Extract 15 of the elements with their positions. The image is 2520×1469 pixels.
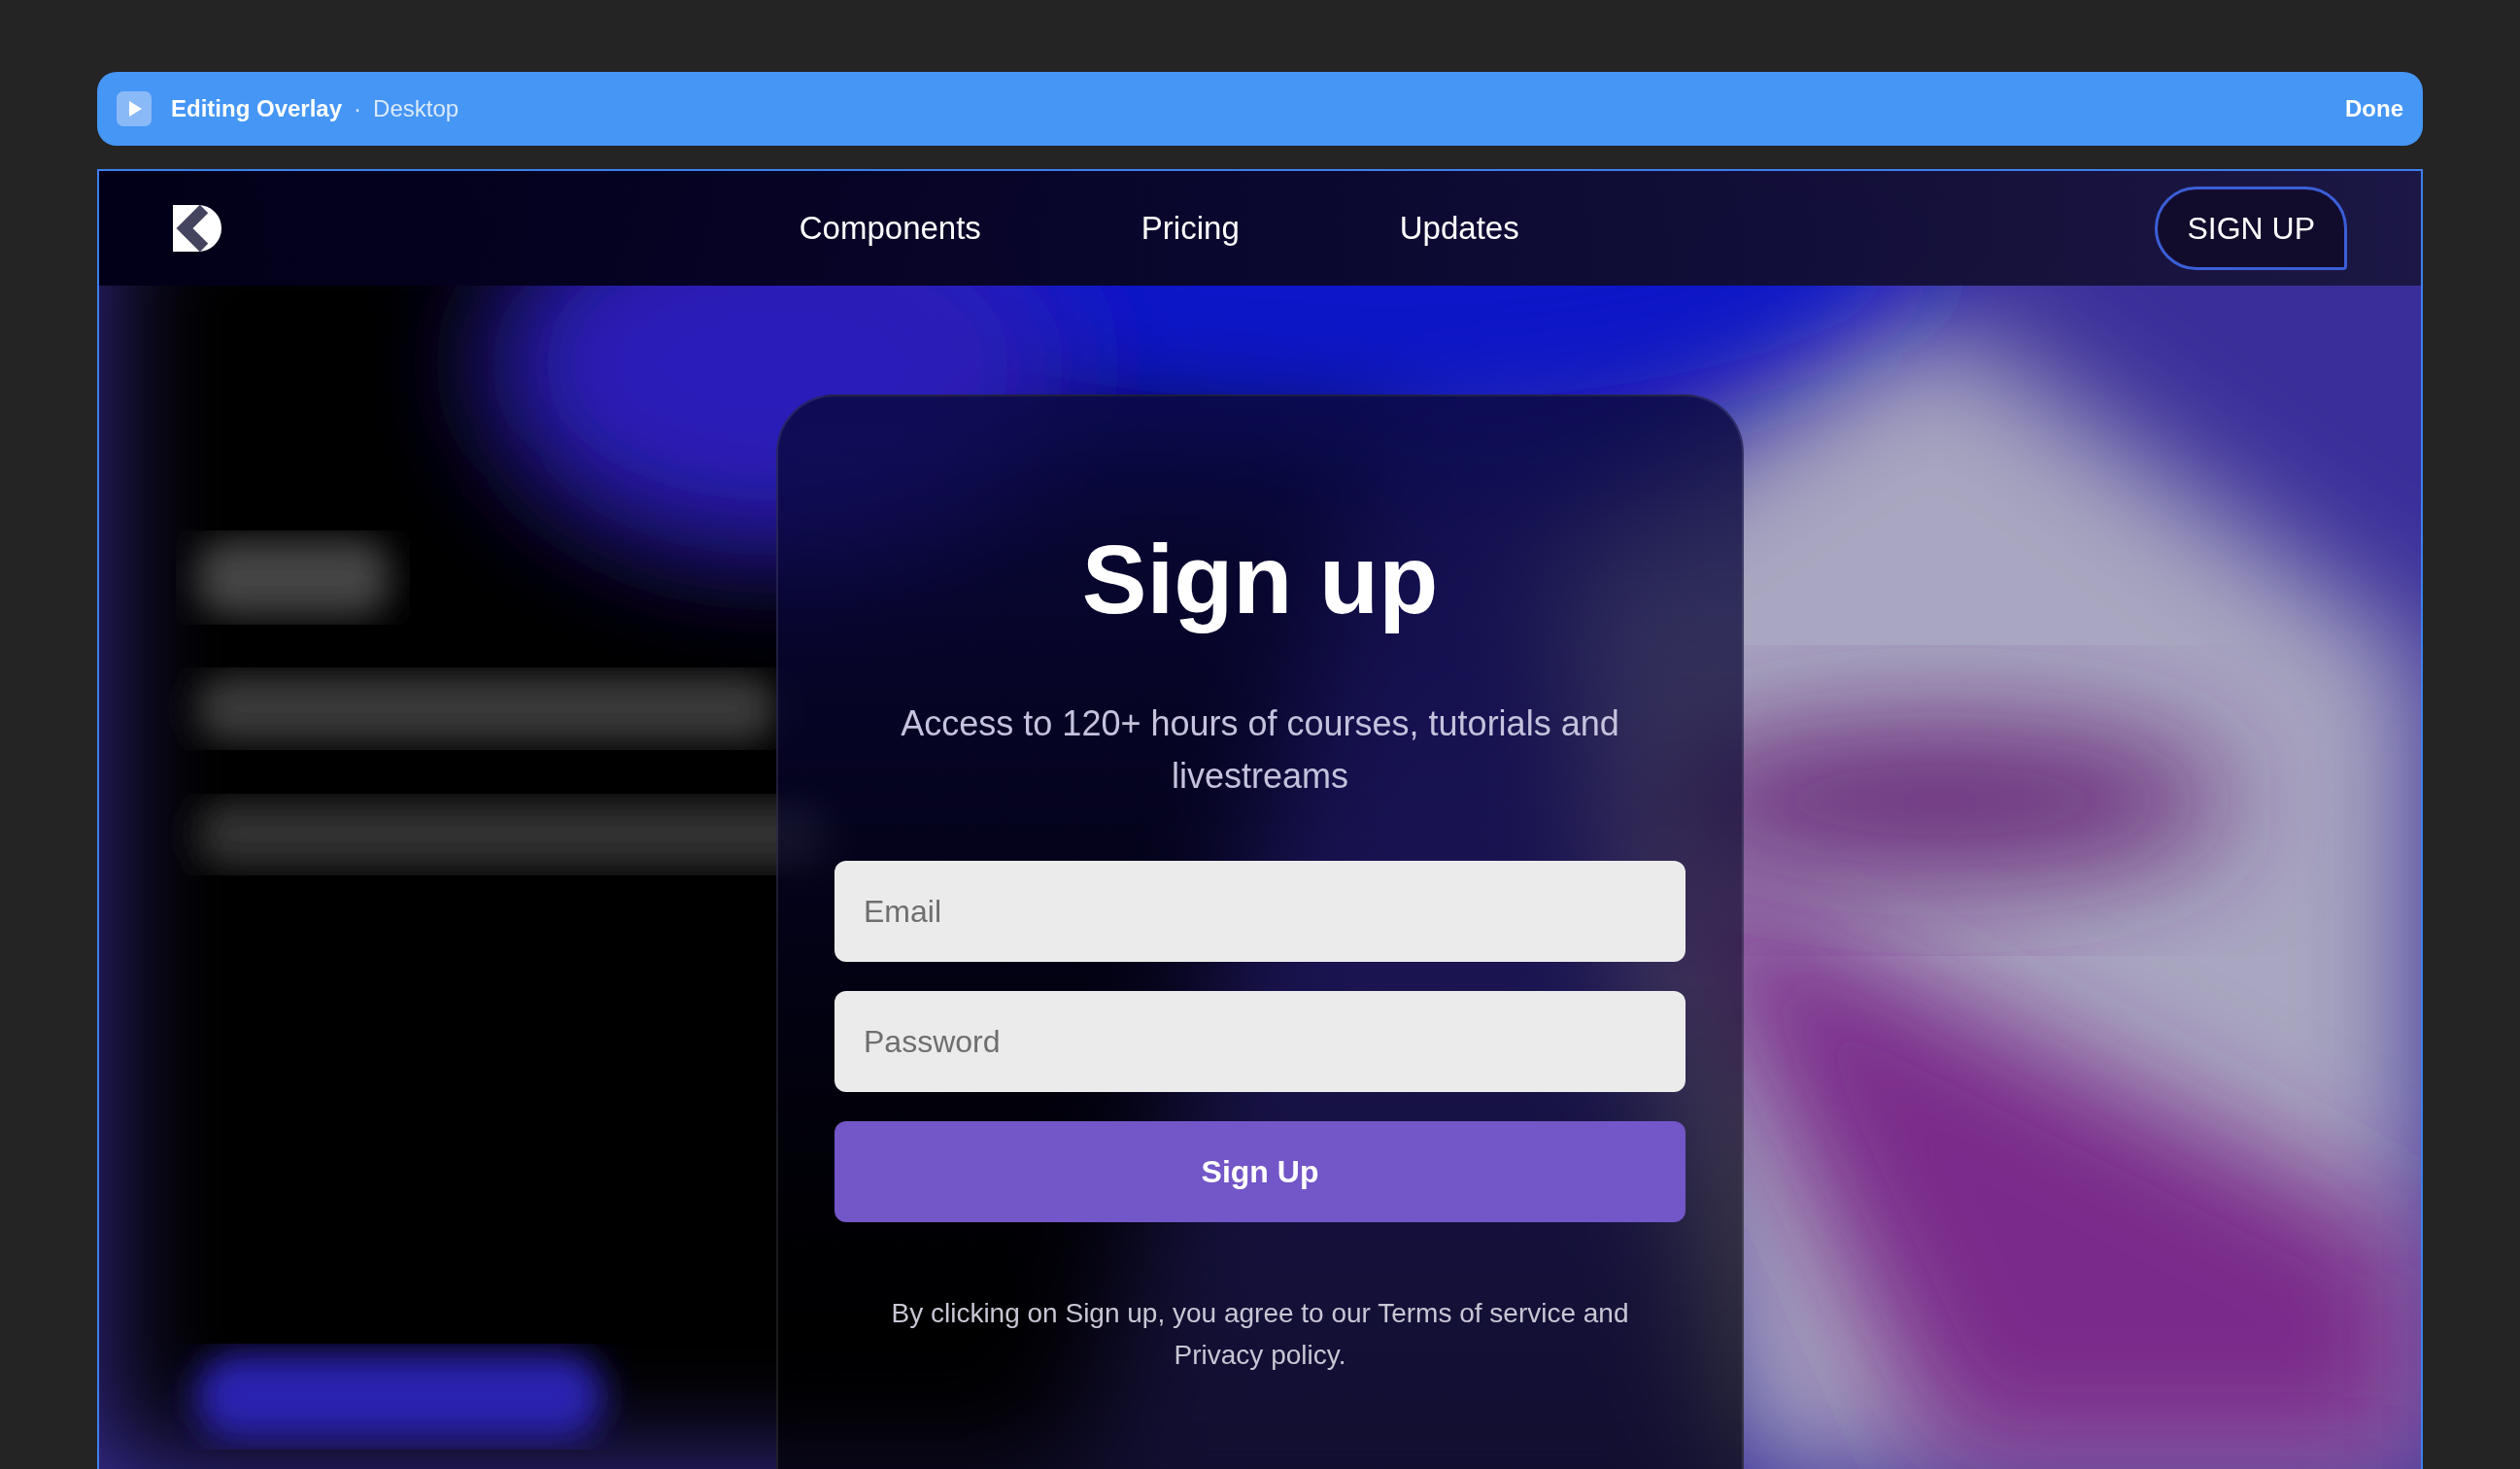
- card-subtitle: Access to 120+ hours of courses, tutorials and livestreams: [900, 702, 1620, 798]
- input-field[interactable]: Email: [834, 861, 1686, 962]
- nav-link[interactable]: Pricing: [1141, 204, 1240, 253]
- submit-button[interactable]: Sign Up: [834, 1121, 1686, 1222]
- logo-icon[interactable]: [173, 205, 221, 252]
- nav-link[interactable]: Components: [799, 204, 981, 253]
- legal-text: By clicking on Sign up, you agree to our Terms of service and Privacy policy.: [890, 1297, 1630, 1372]
- sign-up-button[interactable]: SIGN UP: [2155, 187, 2347, 270]
- nav-link[interactable]: Updates: [1399, 204, 1519, 253]
- overlay-title: Editing Overlay: [171, 94, 343, 123]
- input-field[interactable]: Password: [834, 991, 1686, 1092]
- separator-dot: ·: [354, 94, 362, 123]
- device-label: Desktop: [373, 94, 460, 123]
- play-icon[interactable]: [117, 91, 152, 126]
- card-title: Sign up: [1081, 524, 1439, 635]
